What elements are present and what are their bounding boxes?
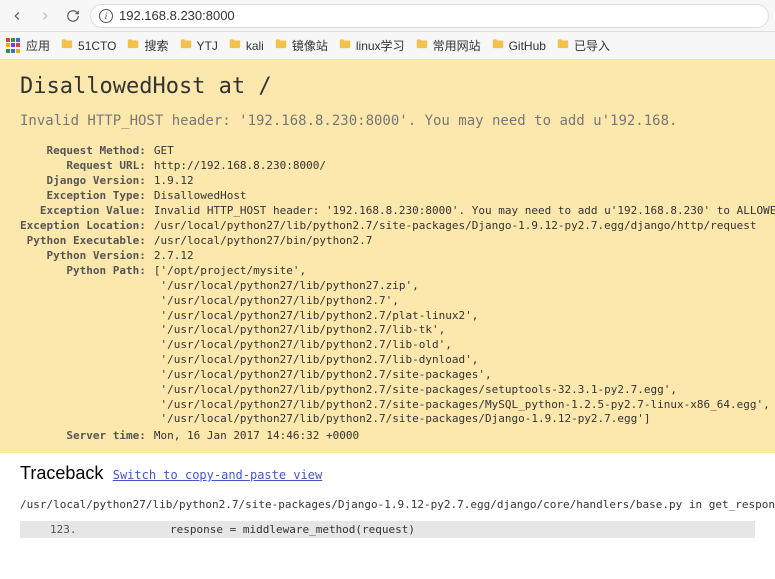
meta-value: /usr/local/python27/lib/python2.7/site-p… xyxy=(154,218,775,233)
bookmark-github[interactable]: GitHub xyxy=(491,37,546,54)
bookmark-label: 51CTO xyxy=(78,39,116,53)
meta-value: DisallowedHost xyxy=(154,188,775,203)
site-info-icon[interactable]: i xyxy=(99,9,113,23)
meta-label: Django Version: xyxy=(20,173,154,188)
bookmark-label: 常用网站 xyxy=(433,37,481,54)
meta-value: ['/opt/project/mysite', '/usr/local/pyth… xyxy=(154,263,775,428)
bookmark-label: GitHub xyxy=(509,39,546,53)
meta-label: Python Path: xyxy=(20,263,154,428)
folder-icon xyxy=(274,37,288,54)
reload-button[interactable] xyxy=(62,5,84,27)
bookmark-common[interactable]: 常用网站 xyxy=(415,37,481,54)
bookmark-imported[interactable]: 已导入 xyxy=(556,37,610,54)
error-heading: DisallowedHost at / xyxy=(20,74,763,99)
meta-value: Invalid HTTP_HOST header: '192.168.8.230… xyxy=(154,203,775,218)
traceback-heading: Traceback xyxy=(20,463,103,483)
folder-icon xyxy=(556,37,570,54)
folder-icon xyxy=(491,37,505,54)
bookmark-label: kali xyxy=(246,39,264,53)
table-row: Exception Value:Invalid HTTP_HOST header… xyxy=(20,203,775,218)
folder-icon xyxy=(179,37,193,54)
django-error-summary: DisallowedHost at / Invalid HTTP_HOST he… xyxy=(0,60,775,453)
bookmark-linux[interactable]: linux学习 xyxy=(338,37,405,54)
meta-label: Python Version: xyxy=(20,248,154,263)
traceback-switch-link[interactable]: Switch to copy-and-paste view xyxy=(113,468,323,482)
meta-label: Python Executable: xyxy=(20,233,154,248)
table-row: Python Version:2.7.12 xyxy=(20,248,775,263)
table-row: Request URL:http://192.168.8.230:8000/ xyxy=(20,158,775,173)
address-bar[interactable]: i 192.168.8.230:8000 xyxy=(90,4,769,28)
meta-value: 1.9.12 xyxy=(154,173,775,188)
traceback-lineno: 123. xyxy=(20,523,90,536)
folder-icon xyxy=(228,37,242,54)
meta-label: Request URL: xyxy=(20,158,154,173)
error-subtitle: Invalid HTTP_HOST header: '192.168.8.230… xyxy=(20,113,763,129)
meta-label: Exception Value: xyxy=(20,203,154,218)
traceback-code-line[interactable]: 123. response = middleware_method(reques… xyxy=(20,521,755,538)
folder-icon xyxy=(60,37,74,54)
forward-button[interactable] xyxy=(34,5,56,27)
apps-label: 应用 xyxy=(26,37,50,54)
bookmark-label: YTJ xyxy=(197,39,218,53)
apps-button[interactable]: 应用 xyxy=(6,37,50,54)
bookmarks-bar: 应用 51CTO 搜索 YTJ kali 镜像站 linux学习 常用网站 Gi… xyxy=(0,32,775,60)
traceback-code: response = middleware_method(request) xyxy=(90,523,415,536)
folder-icon xyxy=(415,37,429,54)
table-row: Request Method:GET xyxy=(20,143,775,158)
meta-value: Mon, 16 Jan 2017 14:46:32 +0000 xyxy=(154,428,775,443)
meta-label: Exception Location: xyxy=(20,218,154,233)
browser-toolbar: i 192.168.8.230:8000 xyxy=(0,0,775,32)
bookmark-search[interactable]: 搜索 xyxy=(126,37,168,54)
meta-label: Exception Type: xyxy=(20,188,154,203)
back-button[interactable] xyxy=(6,5,28,27)
bookmark-label: 搜索 xyxy=(144,37,168,54)
apps-grid-icon xyxy=(6,38,22,54)
meta-value: 2.7.12 xyxy=(154,248,775,263)
bookmark-label: 镜像站 xyxy=(292,37,328,54)
bookmark-label: 已导入 xyxy=(574,37,610,54)
folder-icon xyxy=(126,37,140,54)
meta-value: /usr/local/python27/bin/python2.7 xyxy=(154,233,775,248)
url-text: 192.168.8.230:8000 xyxy=(119,8,235,23)
bookmark-kali[interactable]: kali xyxy=(228,37,264,54)
traceback-section: Traceback Switch to copy-and-paste view … xyxy=(0,453,775,548)
folder-icon xyxy=(338,37,352,54)
meta-label: Request Method: xyxy=(20,143,154,158)
bookmark-ytj[interactable]: YTJ xyxy=(179,37,218,54)
bookmark-51cto[interactable]: 51CTO xyxy=(60,37,116,54)
bookmark-mirror[interactable]: 镜像站 xyxy=(274,37,328,54)
bookmark-label: linux学习 xyxy=(356,37,405,54)
table-row: Exception Type:DisallowedHost xyxy=(20,188,775,203)
table-row: Django Version:1.9.12 xyxy=(20,173,775,188)
table-row: Python Executable:/usr/local/python27/bi… xyxy=(20,233,775,248)
table-row: Exception Location:/usr/local/python27/l… xyxy=(20,218,775,233)
table-row: Python Path:['/opt/project/mysite', '/us… xyxy=(20,263,775,428)
traceback-file-line: /usr/local/python27/lib/python2.7/site-p… xyxy=(20,498,755,511)
meta-value: http://192.168.8.230:8000/ xyxy=(154,158,775,173)
meta-label: Server time: xyxy=(20,428,154,443)
meta-value: GET xyxy=(154,143,775,158)
table-row: Server time:Mon, 16 Jan 2017 14:46:32 +0… xyxy=(20,428,775,443)
request-meta-table: Request Method:GET Request URL:http://19… xyxy=(20,143,775,443)
